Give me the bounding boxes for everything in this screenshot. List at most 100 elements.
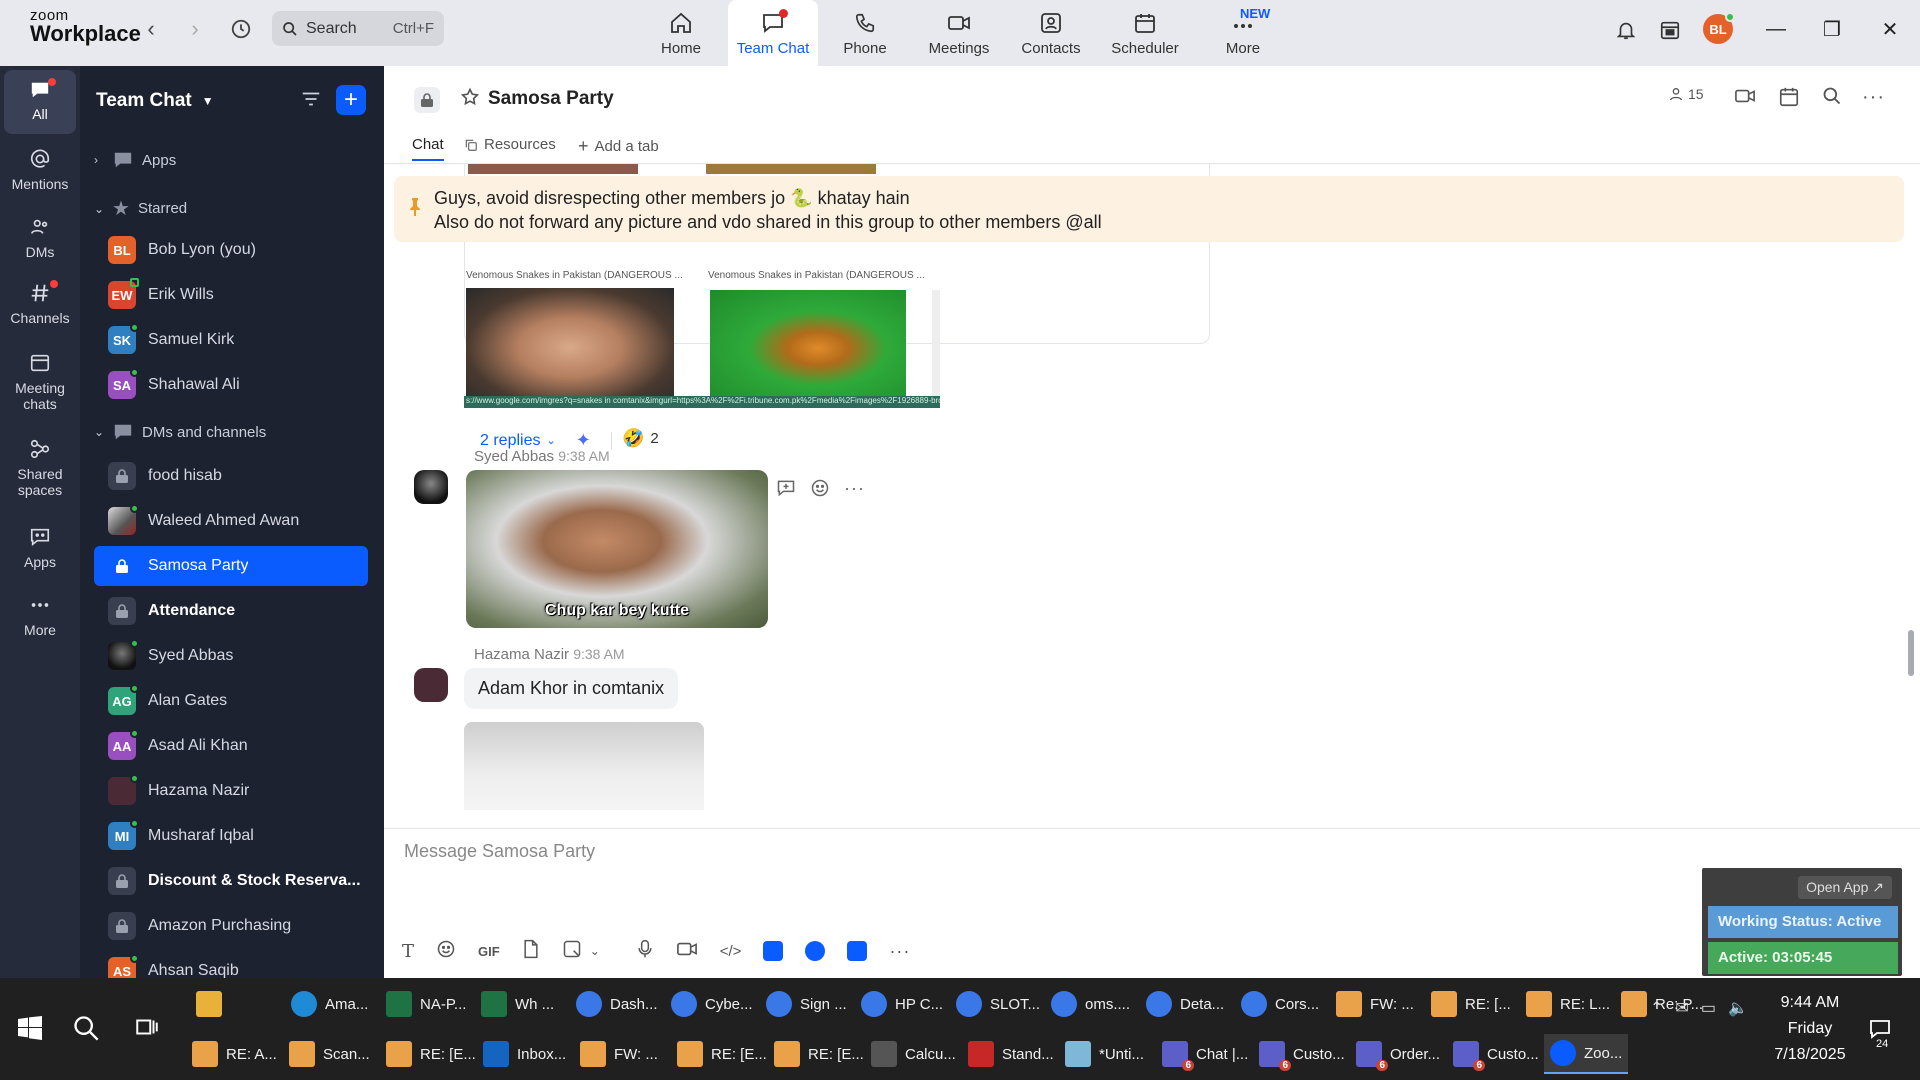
- taskbar-item[interactable]: Scan...: [283, 1034, 376, 1074]
- video-message-icon[interactable]: [676, 939, 698, 963]
- taskbar-item[interactable]: RE: A...: [186, 1034, 283, 1074]
- image-url-bar[interactable]: s://www.google.com/imgres?q=snakes in co…: [464, 396, 940, 408]
- bell-icon[interactable]: [1612, 16, 1640, 44]
- search-icon[interactable]: [1822, 86, 1842, 106]
- reply-icon[interactable]: [776, 478, 796, 503]
- taskbar-item[interactable]: Dash...: [570, 984, 664, 1024]
- taskbar-item[interactable]: FW: ...: [1330, 984, 1420, 1024]
- docs-app-icon[interactable]: [763, 941, 784, 961]
- sidebar-item-samosa-party[interactable]: Samosa Party: [94, 546, 368, 586]
- tab-meetings[interactable]: Meetings: [914, 0, 1004, 66]
- pinned-message-banner[interactable]: Guys, avoid disrespecting other members …: [394, 176, 1904, 242]
- sidebar-item-bob-lyon[interactable]: BL Bob Lyon (you): [94, 230, 368, 270]
- taskbar-item[interactable]: NA-P...: [380, 984, 472, 1024]
- tab-chat[interactable]: Chat: [412, 136, 444, 161]
- taskbar-item[interactable]: Cybe...: [665, 984, 759, 1024]
- tab-add[interactable]: + Add a tab: [578, 136, 659, 157]
- reaction-chip[interactable]: 🤣 2: [622, 428, 659, 449]
- rail-dms[interactable]: DMs: [4, 216, 76, 260]
- rail-apps[interactable]: Apps: [4, 526, 76, 570]
- taskbar-item[interactable]: Wh ...: [475, 984, 560, 1024]
- notification-center-icon[interactable]: 24: [1868, 1018, 1892, 1050]
- screenshot-icon[interactable]: [562, 939, 582, 963]
- text-format-icon[interactable]: T: [402, 941, 414, 962]
- taskbar-item[interactable]: Inbox...: [477, 1034, 572, 1074]
- mail-icon[interactable]: ✉: [1675, 998, 1688, 1018]
- sidebar-item-shahawal-ali[interactable]: SA Shahawal Ali: [94, 365, 368, 405]
- sidebar-item-discount-stock[interactable]: Discount & Stock Reserva...: [94, 861, 368, 901]
- chevron-down-icon[interactable]: ⌄: [590, 944, 600, 958]
- taskbar-item[interactable]: FW: ...: [574, 1034, 664, 1074]
- rail-channels[interactable]: Channels: [4, 280, 76, 326]
- sidebar-item-syed-abbas[interactable]: Syed Abbas: [94, 636, 368, 676]
- sender-name[interactable]: Hazama Nazir: [474, 646, 569, 663]
- sidebar-item-musharaf-iqbal[interactable]: MI Musharaf Iqbal: [94, 816, 368, 856]
- taskbar-item[interactable]: RE: L...: [1520, 984, 1616, 1024]
- sidebar-item-alan-gates[interactable]: AG Alan Gates: [94, 681, 368, 721]
- meme-image[interactable]: Chup kar bey kutte: [466, 470, 768, 628]
- windows-start-icon[interactable]: [18, 1016, 42, 1045]
- taskbar-item[interactable]: Cors...: [1235, 984, 1325, 1024]
- taskbar-item[interactable]: [190, 984, 228, 1024]
- sidebar-item-food-hisab[interactable]: food hisab: [94, 456, 368, 496]
- system-clock[interactable]: 9:44 AM Friday 7/18/2025: [1770, 990, 1850, 1068]
- tab-contacts[interactable]: Contacts: [1006, 0, 1096, 66]
- taskbar-search-icon[interactable]: [72, 1014, 100, 1047]
- scrollbar-thumb[interactable]: [1908, 630, 1914, 676]
- image-thumbnail-man[interactable]: [466, 288, 674, 396]
- open-app-button[interactable]: Open App ↗: [1798, 876, 1892, 899]
- sidebar-item-amazon-purchasing[interactable]: Amazon Purchasing: [94, 906, 368, 946]
- rail-meeting-chats[interactable]: Meeting chats: [4, 352, 76, 412]
- tab-home[interactable]: Home: [636, 0, 726, 66]
- volume-icon[interactable]: 🔈: [1728, 998, 1748, 1018]
- members-button[interactable]: 15: [1668, 86, 1704, 102]
- image-attachment[interactable]: [464, 722, 704, 810]
- sidebar-item-samuel-kirk[interactable]: SK Samuel Kirk: [94, 320, 368, 360]
- more-options-icon[interactable]: ···: [889, 941, 910, 962]
- avatar[interactable]: [414, 668, 448, 702]
- sidebar-item-ahsan-saqib[interactable]: AS Ahsan Saqib: [94, 951, 368, 978]
- taskbar-item[interactable]: SLOT...: [950, 984, 1046, 1024]
- avatar[interactable]: [414, 470, 448, 504]
- schedule-icon[interactable]: [1778, 86, 1800, 108]
- taskbar-item[interactable]: 6 Custo...: [1253, 1034, 1351, 1074]
- more-options-icon[interactable]: ···: [844, 478, 865, 503]
- filter-icon[interactable]: [300, 88, 322, 115]
- taskbar-item[interactable]: RE: [...: [1425, 984, 1517, 1024]
- taskbar-item[interactable]: Ama...: [285, 984, 374, 1024]
- rail-all[interactable]: All: [4, 70, 76, 134]
- sidebar-item-attendance[interactable]: Attendance: [94, 591, 368, 631]
- add-button[interactable]: +: [336, 85, 366, 115]
- tab-phone[interactable]: Phone: [820, 0, 910, 66]
- rail-more[interactable]: More: [4, 594, 76, 638]
- taskbar-item[interactable]: 6 Custo...: [1447, 1034, 1545, 1074]
- image-thumbnail[interactable]: [468, 164, 638, 174]
- taskbar-item[interactable]: *Unti...: [1059, 1034, 1150, 1074]
- back-arrow-icon[interactable]: ‹: [136, 14, 166, 44]
- taskbar-item[interactable]: RE: [E...: [380, 1034, 482, 1074]
- image-thumbnail-cobra[interactable]: [710, 290, 906, 396]
- taskbar-item[interactable]: Zoo...: [1544, 1034, 1629, 1074]
- more-options-icon[interactable]: ···: [1862, 86, 1885, 109]
- section-dms-channels[interactable]: ⌄ DMs and channels: [94, 422, 266, 442]
- scrollbar[interactable]: [1908, 170, 1914, 730]
- sender-name[interactable]: Syed Abbas: [474, 448, 554, 465]
- restore-icon[interactable]: ❐: [1814, 14, 1850, 44]
- tab-scheduler[interactable]: Scheduler: [1100, 0, 1190, 66]
- file-icon[interactable]: [522, 939, 540, 963]
- gif-icon[interactable]: GIF: [478, 944, 500, 959]
- sidebar-item-waleed-ahmed-awan[interactable]: Waleed Ahmed Awan: [94, 501, 368, 541]
- taskbar-item[interactable]: Sign ...: [760, 984, 853, 1024]
- sidebar-item-hazama-nazir[interactable]: Hazama Nazir: [94, 771, 368, 811]
- tab-team-chat[interactable]: Team Chat: [728, 0, 818, 66]
- taskbar-item[interactable]: Deta...: [1140, 984, 1230, 1024]
- tab-resources[interactable]: Resources: [464, 136, 556, 153]
- microphone-icon[interactable]: [636, 939, 654, 963]
- search-box[interactable]: Search Ctrl+F: [272, 11, 444, 46]
- message-input[interactable]: Message Samosa Party: [404, 841, 595, 862]
- sidebar-title[interactable]: Team Chat ▼: [96, 90, 214, 112]
- rail-mentions[interactable]: Mentions: [4, 148, 76, 192]
- battery-icon[interactable]: ▭: [1701, 998, 1716, 1018]
- image-thumbnail[interactable]: [706, 164, 876, 174]
- chevron-up-icon[interactable]: ⌃: [1650, 998, 1663, 1018]
